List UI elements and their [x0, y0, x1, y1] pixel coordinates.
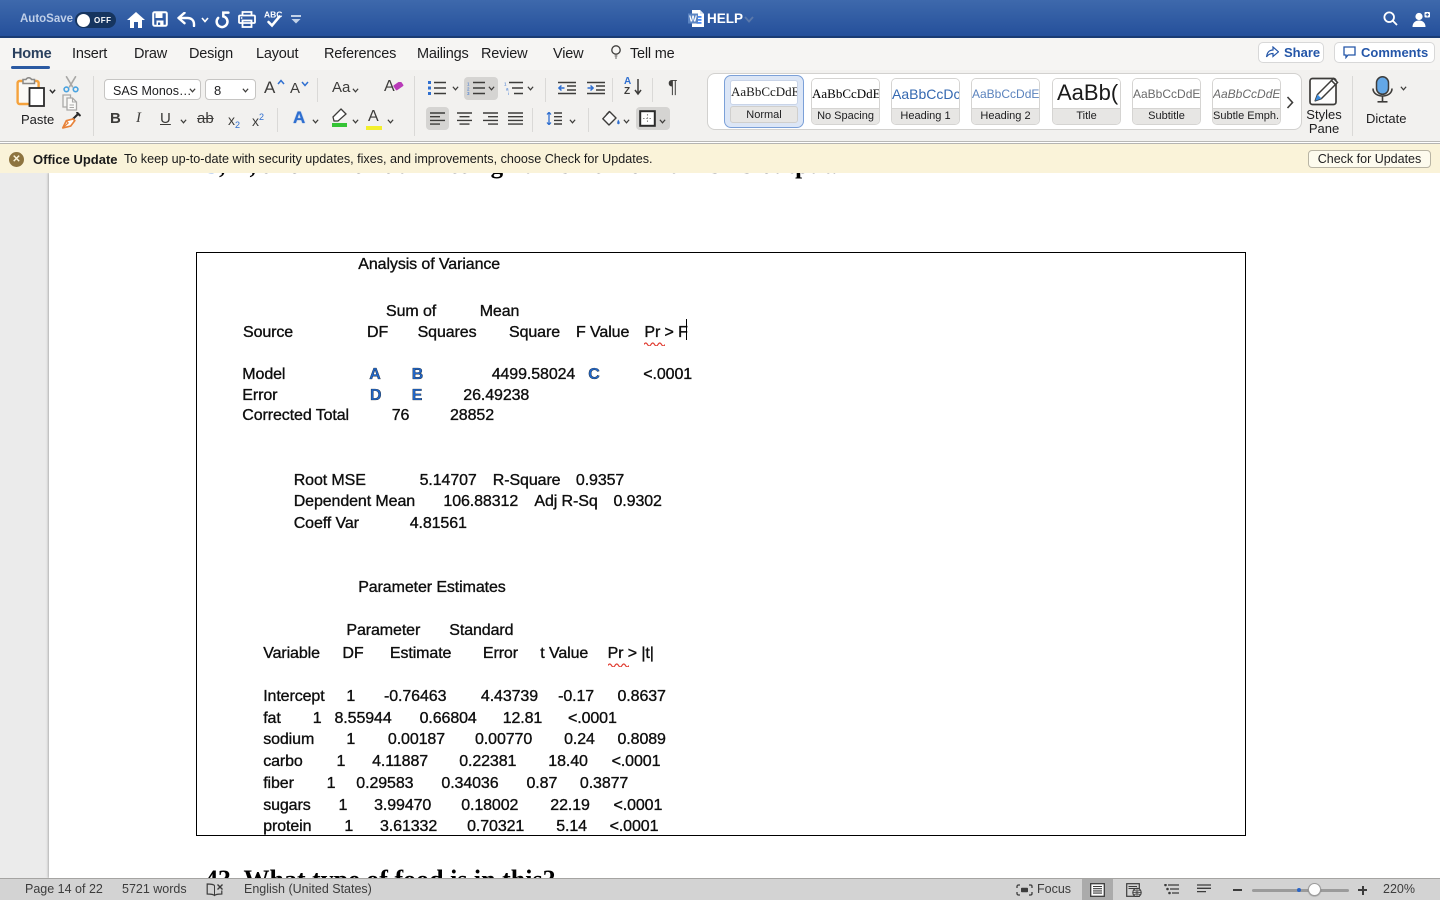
svg-text:i: i: [508, 91, 509, 95]
svg-text:3: 3: [467, 91, 470, 95]
svg-text:W: W: [689, 15, 697, 24]
